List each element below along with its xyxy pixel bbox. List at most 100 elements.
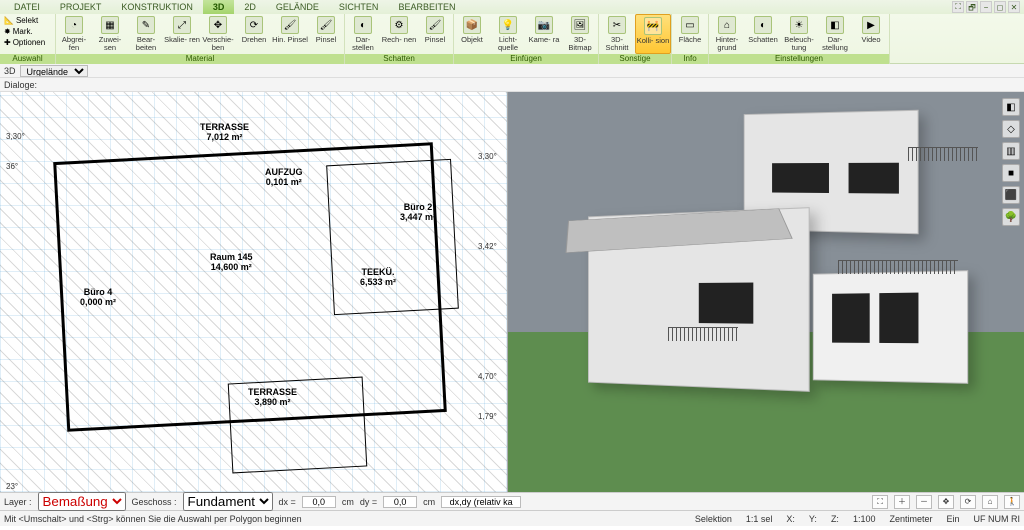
- group-label-sonstige: Sonstige: [599, 54, 671, 64]
- close-icon[interactable]: ✕: [1008, 1, 1020, 13]
- dim-text: 36°: [6, 162, 18, 171]
- camera-icon: 📷: [535, 16, 553, 34]
- dim-text: 4,70°: [478, 372, 497, 381]
- layers-icon[interactable]: ◧: [1002, 98, 1020, 116]
- schatten-rechnen-button[interactable]: ⚙Rech- nen: [381, 14, 417, 54]
- pinsel-button[interactable]: 🖌Pinsel: [308, 14, 344, 54]
- video-icon: ▶: [862, 16, 880, 34]
- iso-icon[interactable]: ◇: [1002, 120, 1020, 138]
- status-ein: Ein: [946, 514, 959, 524]
- background-icon: ⌂: [718, 16, 736, 34]
- dy-unit: cm: [423, 497, 435, 507]
- view-selector-bar: 3D Urgelände: [0, 64, 1024, 78]
- collision-icon: 🚧: [644, 17, 662, 35]
- kamera-button[interactable]: 📷Kame- ra: [526, 14, 562, 54]
- set-schatten-button[interactable]: ◐Schatten: [745, 14, 781, 54]
- work-area: TERRASSE 7,012 m² Büro 4 0,000 m² Raum 1…: [0, 92, 1024, 492]
- dy-input[interactable]: [383, 496, 417, 508]
- lichtquelle-button[interactable]: 💡Licht- quelle: [490, 14, 526, 54]
- status-x: X:: [786, 514, 795, 524]
- darstellung-button[interactable]: ◧Dar- stellung: [817, 14, 853, 54]
- mark-button[interactable]: ✸Mark.: [4, 27, 33, 36]
- hinpinsel-button[interactable]: 🖌Hin. Pinsel: [272, 14, 308, 54]
- drehen-button[interactable]: ⟳Drehen: [236, 14, 272, 54]
- tab-2d[interactable]: 2D: [234, 0, 266, 14]
- tab-sichten[interactable]: SICHTEN: [329, 0, 389, 14]
- shadow-icon: ◐: [754, 16, 772, 34]
- tab-konstruktion[interactable]: KONSTRUKTION: [111, 0, 203, 14]
- pan-icon[interactable]: ✥: [938, 495, 954, 509]
- home-view-icon[interactable]: ⌂: [982, 495, 998, 509]
- dropper-icon: ◔: [65, 16, 83, 34]
- edit-icon: ✎: [137, 16, 155, 34]
- status-z: Z:: [831, 514, 839, 524]
- status-kbd: UF NUM RI: [974, 514, 1021, 524]
- light-icon: 💡: [499, 16, 517, 34]
- material-icon[interactable]: ■: [1002, 164, 1020, 182]
- dim-text: 3,42°: [478, 242, 497, 251]
- schatten-darstellen-button[interactable]: ◐Dar- stellen: [345, 14, 381, 54]
- group-label-material: Material: [56, 54, 344, 64]
- bearbeiten-button[interactable]: ✎Bear- beiten: [128, 14, 164, 54]
- hintergrund-button[interactable]: ⌂Hinter- grund: [709, 14, 745, 54]
- brush-icon: 🖌: [317, 16, 335, 34]
- dim-text: 3,30°: [6, 132, 25, 141]
- tab-projekt[interactable]: PROJEKT: [50, 0, 112, 14]
- zuweisen-button[interactable]: ▦Zuwei- sen: [92, 14, 128, 54]
- 3dbitmap-button[interactable]: 🖼3D- Bitmap: [562, 14, 598, 54]
- floorplan-pane[interactable]: TERRASSE 7,012 m² Büro 4 0,000 m² Raum 1…: [0, 92, 508, 492]
- schatten-pinsel-button[interactable]: 🖌Pinsel: [417, 14, 453, 54]
- selekt-button[interactable]: 📐Selekt: [4, 16, 38, 25]
- layer-combo[interactable]: Urgelände: [20, 65, 88, 77]
- window-controls: ⛶ 🗗 − ◻ ✕: [952, 1, 1024, 13]
- status-bar: Mit <Umschalt> und <Strg> können Sie die…: [0, 510, 1024, 526]
- cascade-icon[interactable]: 🗗: [966, 1, 978, 13]
- object-icon: 📦: [463, 16, 481, 34]
- main-tabs: DATEI PROJEKT KONSTRUKTION 3D 2D GELÄNDE…: [0, 0, 1024, 14]
- geschoss-select[interactable]: Fundament: [183, 492, 273, 511]
- objekt-button[interactable]: 📦Objekt: [454, 14, 490, 54]
- maximize-icon[interactable]: ◻: [994, 1, 1006, 13]
- flaeche-button[interactable]: ▭Fläche: [672, 14, 708, 54]
- kollision-button[interactable]: 🚧Kolli- sion: [635, 14, 671, 54]
- beleuchtung-button[interactable]: ☀Beleuch- tung: [781, 14, 817, 54]
- section-icon: ✂: [608, 16, 626, 34]
- dy-label: dy =: [360, 497, 377, 507]
- dialoge-bar: Dialoge:: [0, 78, 1024, 92]
- minimize-icon[interactable]: −: [980, 1, 992, 13]
- layer-select[interactable]: Bemaßung: [38, 492, 126, 511]
- verschieben-button[interactable]: ✥Verschie- ben: [200, 14, 236, 54]
- grid-icon[interactable]: ▥: [1002, 142, 1020, 160]
- solid-icon[interactable]: ⬛: [1002, 186, 1020, 204]
- orbit-icon[interactable]: ⟳: [960, 495, 976, 509]
- ribbon: 📐Selekt ✸Mark. ✚Optionen Auswahl ◔Abgrei…: [0, 14, 1024, 64]
- dxdy-combo[interactable]: [441, 496, 521, 508]
- tree-icon[interactable]: 🌳: [1002, 208, 1020, 226]
- zoom-fit-icon[interactable]: ⛶: [872, 495, 888, 509]
- dx-input[interactable]: [302, 496, 336, 508]
- tab-gelaende[interactable]: GELÄNDE: [266, 0, 329, 14]
- zoom-in-icon[interactable]: ＋: [894, 495, 910, 509]
- dx-unit: cm: [342, 497, 354, 507]
- group-label-einstellungen: Einstellungen: [709, 54, 889, 64]
- status-unit: Zentimeter: [889, 514, 932, 524]
- restore-icon[interactable]: ⛶: [952, 1, 964, 13]
- abgreifen-button[interactable]: ◔Abgrei- fen: [56, 14, 92, 54]
- status-y: Y:: [809, 514, 817, 524]
- geschoss-label: Geschoss :: [132, 497, 177, 507]
- optionen-button[interactable]: ✚Optionen: [4, 38, 45, 47]
- viewport-tools: ◧ ◇ ▥ ■ ⬛ 🌳: [1002, 98, 1020, 226]
- skalieren-button[interactable]: ⤢Skalie- ren: [164, 14, 200, 54]
- tab-bearbeiten[interactable]: BEARBEITEN: [388, 0, 465, 14]
- 3d-viewport[interactable]: ◧ ◇ ▥ ■ ⬛ 🌳: [508, 92, 1024, 492]
- group-label-schatten: Schatten: [345, 54, 453, 64]
- shadow-show-icon: ◐: [354, 16, 372, 34]
- tab-datei[interactable]: DATEI: [4, 0, 50, 14]
- brush-icon: 🖌: [426, 16, 444, 34]
- video-button[interactable]: ▶Video: [853, 14, 889, 54]
- tab-3d[interactable]: 3D: [203, 0, 235, 14]
- walk-icon[interactable]: 🚶: [1004, 495, 1020, 509]
- 3dschnitt-button[interactable]: ✂3D- Schnitt: [599, 14, 635, 54]
- zoom-out-icon[interactable]: －: [916, 495, 932, 509]
- bottom-toolbar: Layer : Bemaßung Geschoss : Fundament dx…: [0, 492, 1024, 510]
